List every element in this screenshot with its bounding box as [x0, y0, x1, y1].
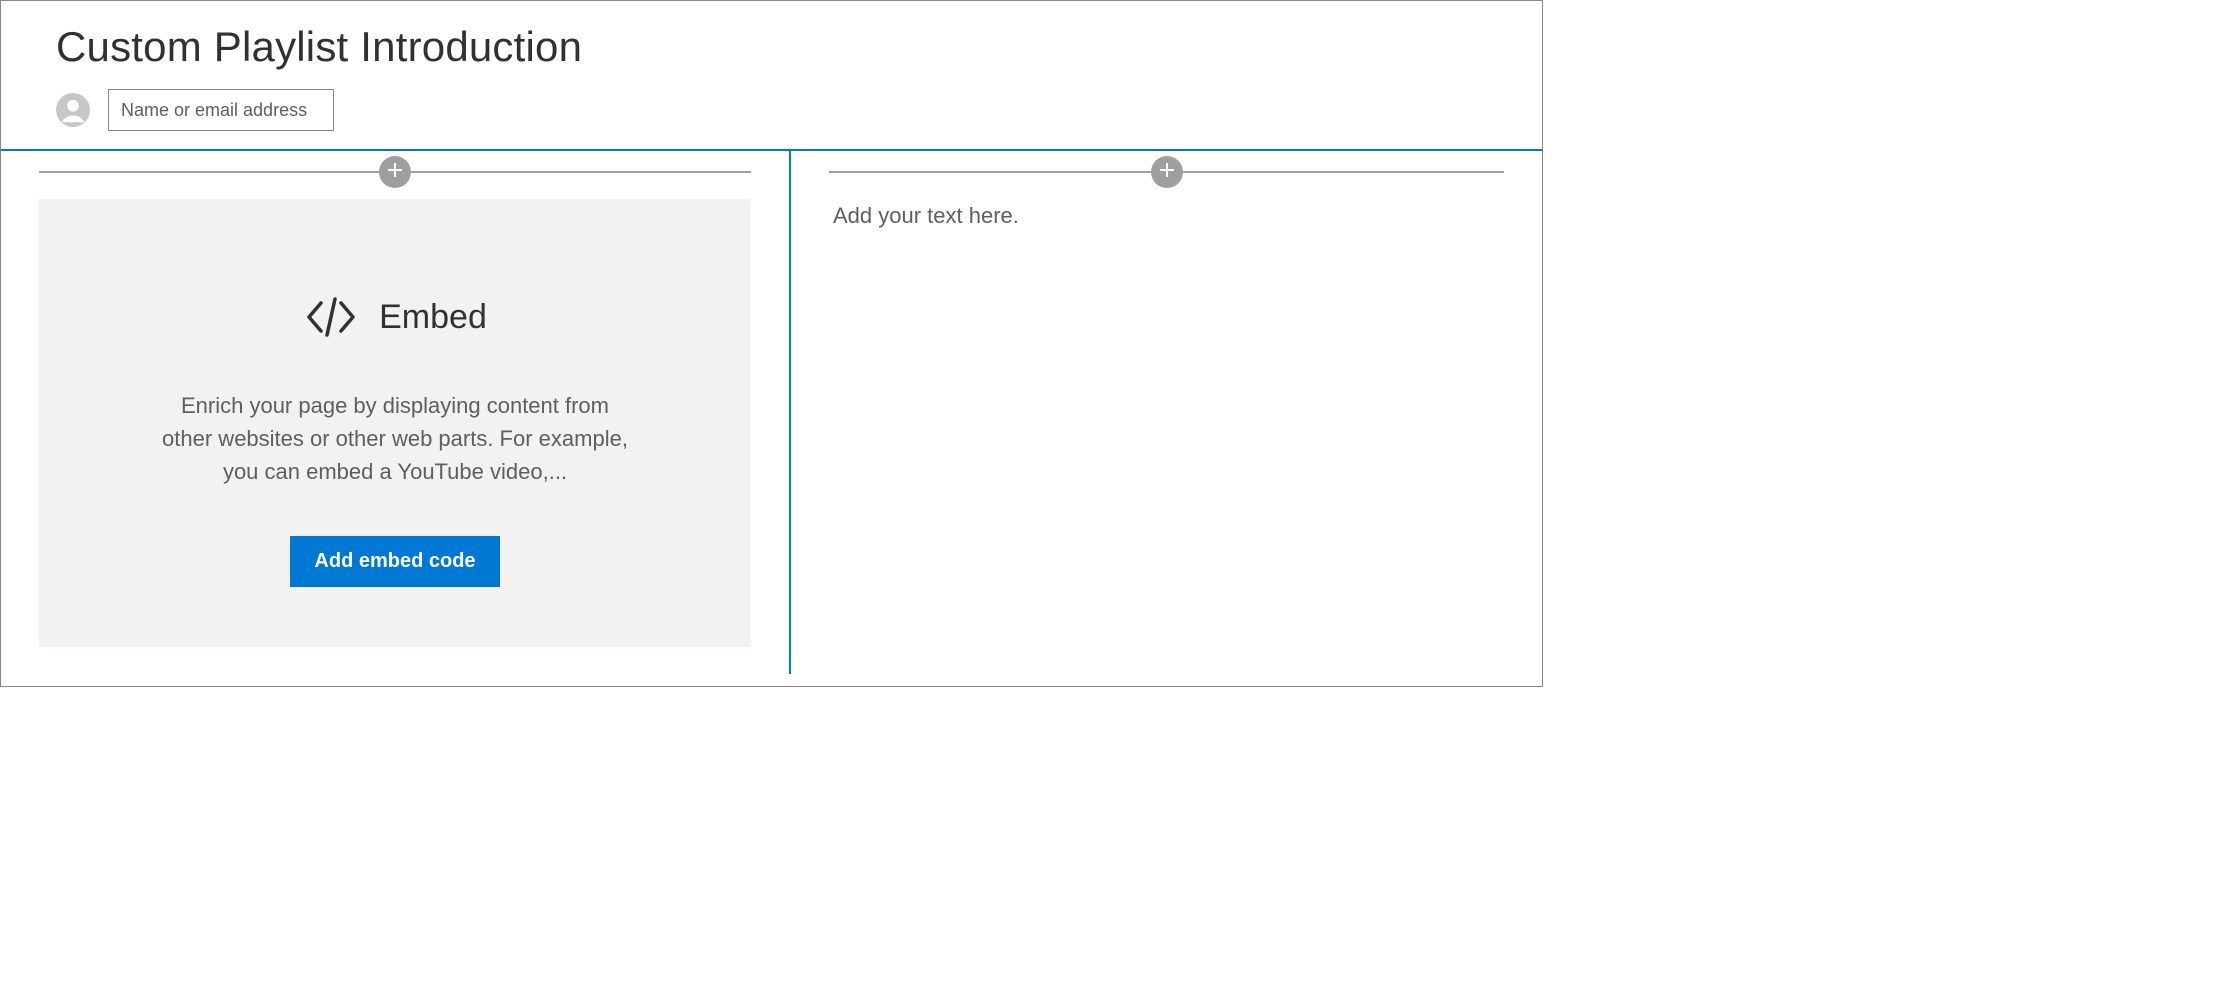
plus-icon [1159, 162, 1175, 183]
avatar-icon [56, 93, 90, 127]
embed-description: Enrich your page by displaying content f… [160, 389, 630, 488]
embed-title-row: Embed [303, 289, 487, 345]
columns-container: Embed Enrich your page by displaying con… [1, 151, 1542, 674]
embed-webpart-card: Embed Enrich your page by displaying con… [39, 199, 751, 647]
page-header: Custom Playlist Introduction [1, 1, 1542, 151]
text-webpart-placeholder[interactable]: Add your text here. [829, 199, 1504, 229]
add-section-divider [39, 171, 751, 173]
add-webpart-button[interactable] [1151, 156, 1183, 188]
right-column: Add your text here. [791, 151, 1542, 674]
embed-title: Embed [379, 298, 487, 337]
add-embed-code-button[interactable]: Add embed code [290, 536, 499, 587]
author-row [56, 89, 1487, 131]
add-section-divider [829, 171, 1504, 173]
code-icon [303, 289, 359, 345]
author-name-field[interactable] [108, 89, 334, 131]
add-webpart-button[interactable] [379, 156, 411, 188]
page-editor-container: Custom Playlist Introduction [0, 0, 1543, 687]
page-title[interactable]: Custom Playlist Introduction [56, 23, 1487, 71]
plus-icon [387, 162, 403, 183]
left-column: Embed Enrich your page by displaying con… [1, 151, 791, 674]
